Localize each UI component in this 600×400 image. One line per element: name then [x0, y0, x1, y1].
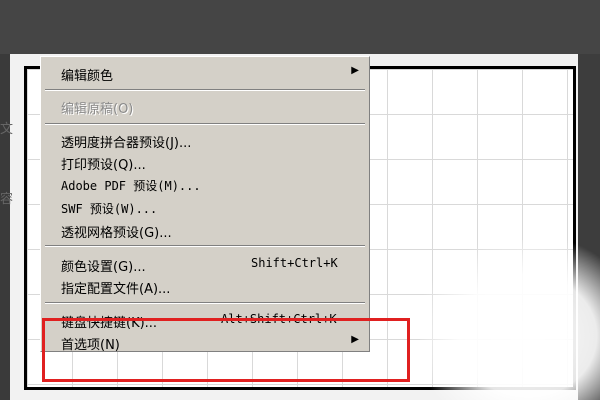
- top-dark-band: [0, 0, 600, 54]
- menu-item-shortcut: Shift+Ctrl+K: [251, 256, 338, 270]
- menu-item-label: 指定配置文件(A)...: [61, 282, 171, 297]
- menu-separator: [45, 245, 365, 247]
- edit-dropdown-menu: 编辑颜色 ▶ 编辑原稿(O) 透明度拼合器预设(J)... 打印预设(Q)...…: [40, 56, 370, 353]
- menu-separator: [45, 302, 365, 304]
- left-panel-strip: [0, 54, 10, 400]
- submenu-arrow-icon: ▶: [351, 65, 359, 76]
- menu-item-label: 编辑颜色: [61, 69, 114, 84]
- menu-item-color-settings[interactable]: 颜色设置(G)... Shift+Ctrl+K: [41, 254, 369, 275]
- menu-item-label: 透视网格预设(G)...: [61, 226, 172, 241]
- menu-item-assign-profile[interactable]: 指定配置文件(A)...: [41, 276, 369, 297]
- menu-separator: [45, 89, 365, 91]
- menu-item-edit-original: 编辑原稿(O): [41, 96, 369, 117]
- menu-item-adobe-pdf-presets[interactable]: Adobe PDF 预设(M)...: [41, 175, 369, 195]
- menu-item-label: Adobe PDF 预设(M)...: [61, 179, 201, 193]
- watermark-fade: [420, 240, 600, 400]
- menu-item-label: 编辑原稿(O): [61, 102, 134, 117]
- menu-separator: [45, 123, 365, 125]
- menu-item-swf-presets[interactable]: SWF 预设(W)...: [41, 198, 369, 218]
- menu-item-edit-colors[interactable]: 编辑颜色 ▶: [41, 63, 369, 84]
- menu-item-label: SWF 预设(W)...: [61, 202, 158, 216]
- menu-item-label: 透明度拼合器预设(J)...: [61, 136, 192, 151]
- menu-item-label: 颜色设置(G)...: [61, 260, 146, 275]
- background-text-fragment: 文: [0, 122, 14, 137]
- background-text-fragment: 容: [0, 192, 14, 207]
- menu-item-print-presets[interactable]: 打印预设(Q)...: [41, 152, 369, 173]
- menu-item-label: 打印预设(Q)...: [61, 158, 146, 173]
- red-annotation-box: [42, 318, 410, 382]
- menu-item-perspective-grid-presets[interactable]: 透视网格预设(G)...: [41, 220, 369, 241]
- menu-item-transparency-flattener-presets[interactable]: 透明度拼合器预设(J)...: [41, 130, 369, 151]
